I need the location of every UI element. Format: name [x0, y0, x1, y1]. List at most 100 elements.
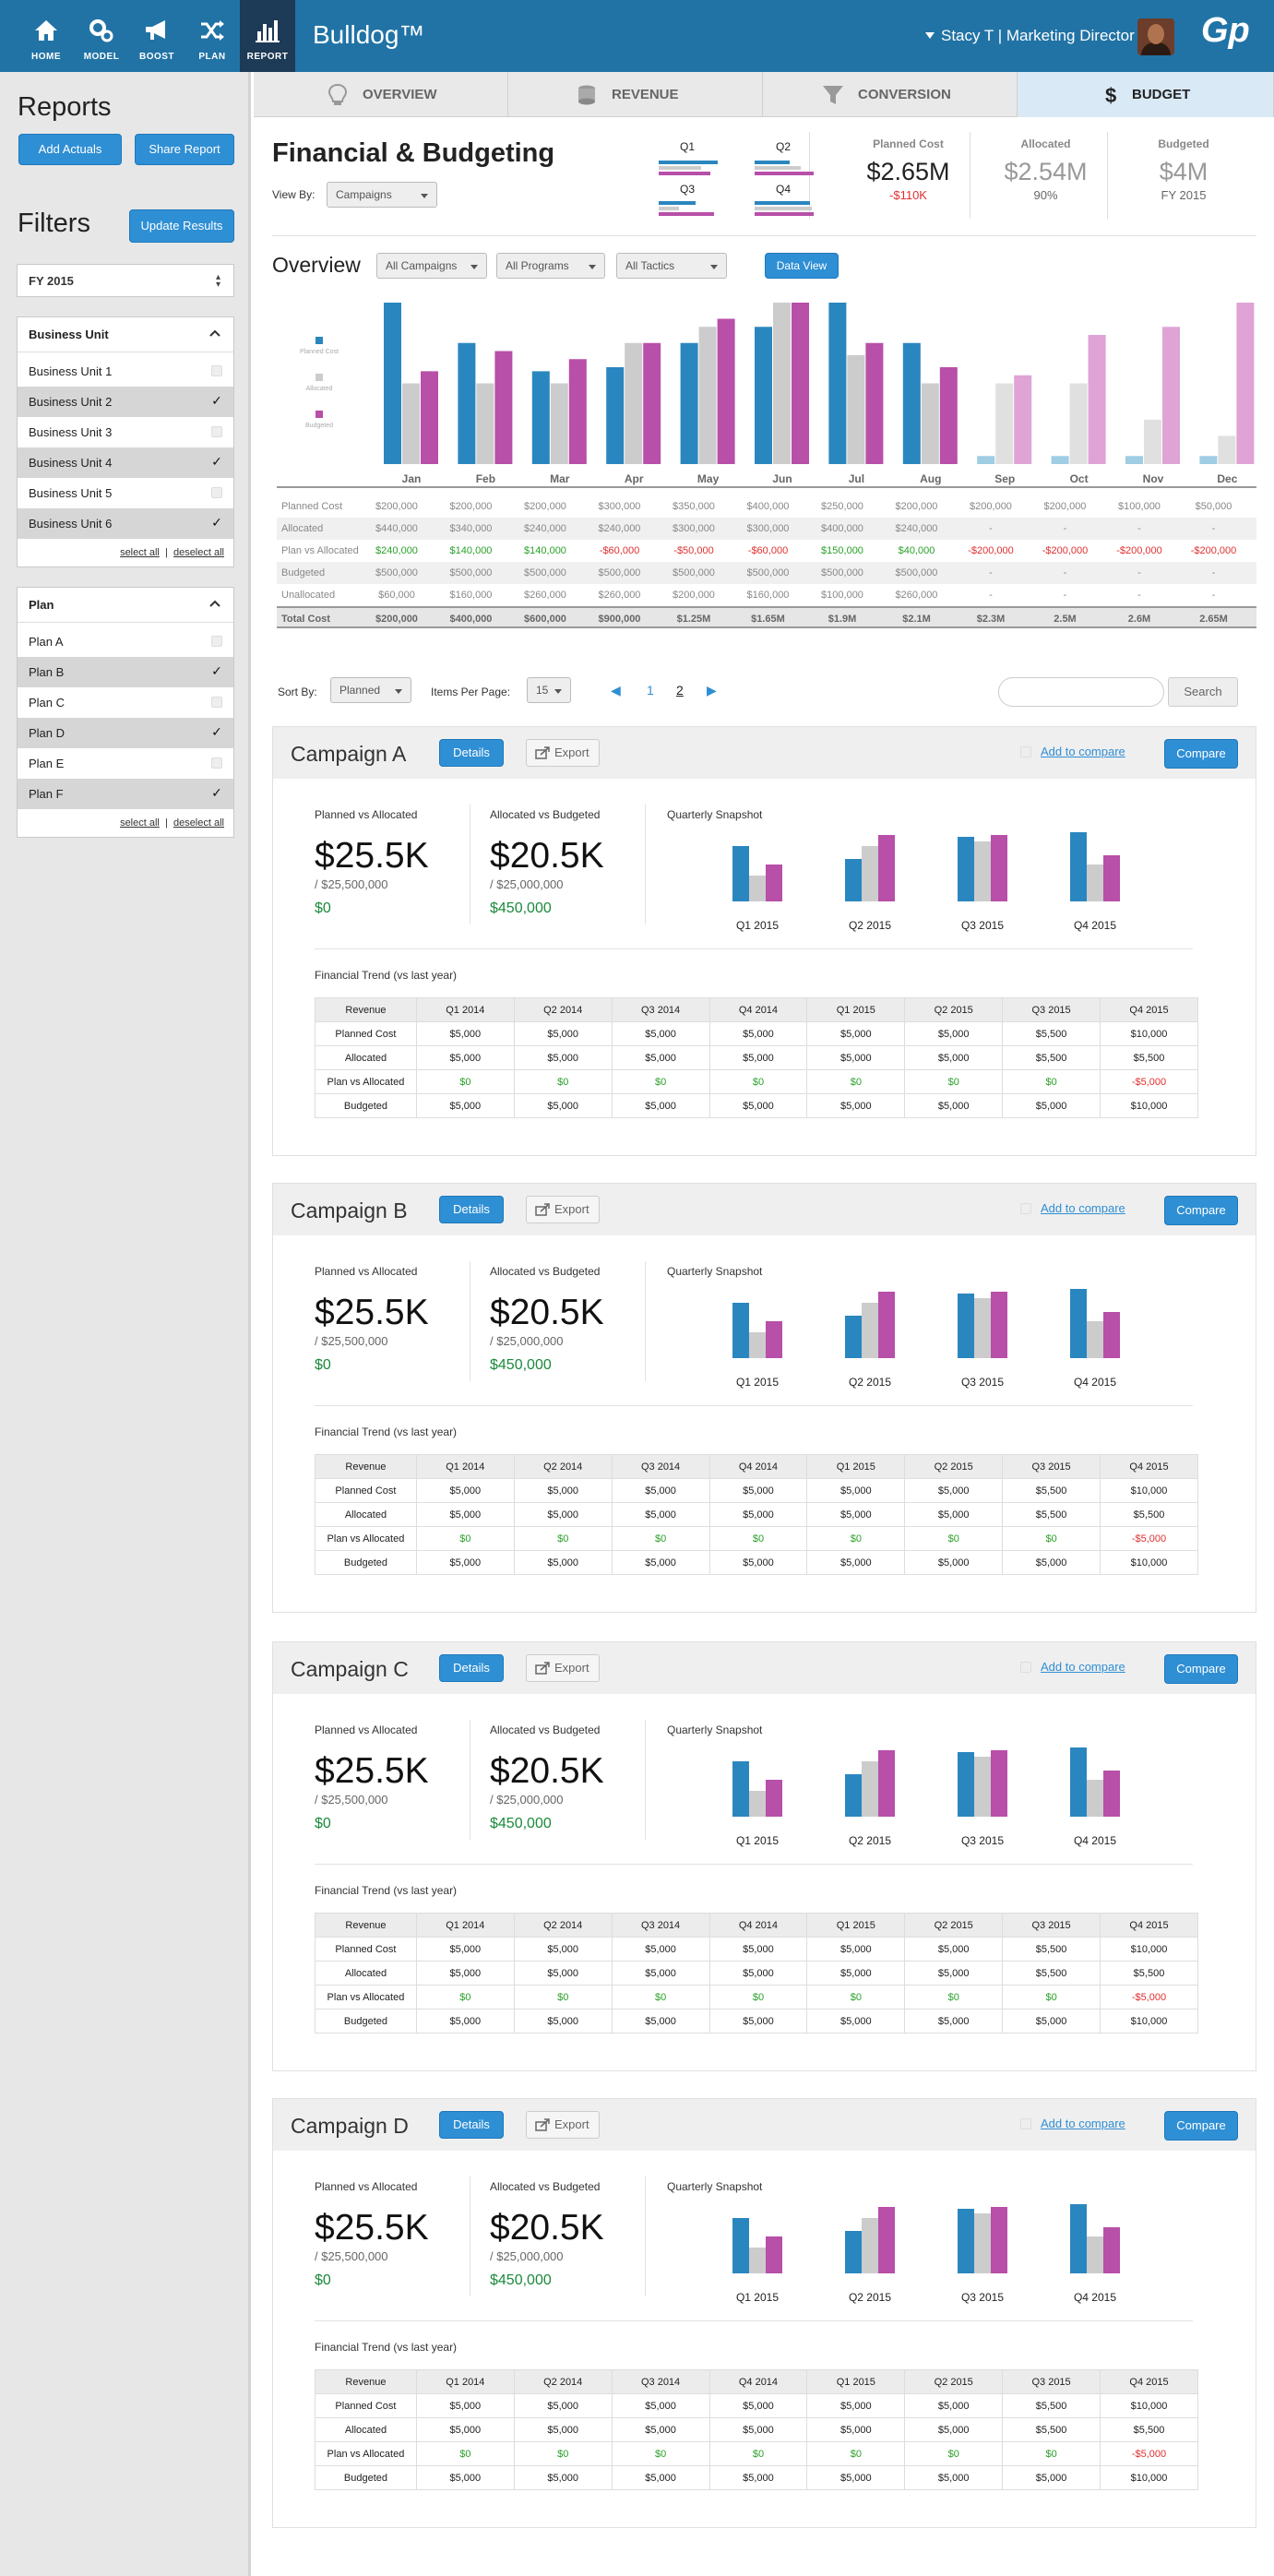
- search-input[interactable]: [998, 677, 1164, 707]
- nav-boost[interactable]: BOOST: [129, 0, 185, 72]
- bar-allocated[interactable]: [476, 383, 494, 465]
- snapshot-bar[interactable]: [878, 2207, 895, 2273]
- checkmark-icon[interactable]: ✓: [211, 725, 222, 738]
- bar-budgeted[interactable]: [939, 367, 958, 464]
- fiscal-year-select[interactable]: FY 2015 ▴ ▾: [17, 264, 234, 297]
- business-unit-header[interactable]: Business Unit: [18, 317, 233, 352]
- bar-allocated[interactable]: [1069, 383, 1088, 465]
- bar-allocated[interactable]: [773, 303, 791, 464]
- bar-planned-cost[interactable]: [606, 367, 625, 464]
- snapshot-bar[interactable]: [845, 2231, 862, 2273]
- business-unit-item[interactable]: Business Unit 3: [18, 417, 233, 447]
- tab-budget[interactable]: $ BUDGET: [1018, 72, 1274, 117]
- snapshot-bar[interactable]: [749, 2248, 766, 2273]
- tactics-filter-select[interactable]: All Tactics: [616, 253, 727, 279]
- nav-model[interactable]: MODEL: [74, 0, 129, 72]
- details-button[interactable]: Details: [439, 2111, 504, 2139]
- add-to-compare-link[interactable]: Add to compare: [1041, 1201, 1125, 1215]
- checkmark-icon[interactable]: ✓: [211, 394, 222, 407]
- sort-by-select[interactable]: Planned: [330, 677, 411, 703]
- bar-budgeted[interactable]: [1088, 335, 1106, 464]
- snapshot-bar[interactable]: [878, 1750, 895, 1817]
- bar-planned-cost[interactable]: [902, 342, 921, 464]
- details-button[interactable]: Details: [439, 1196, 504, 1223]
- business-unit-item[interactable]: Business Unit 6 ✓: [18, 508, 233, 539]
- checkbox[interactable]: [211, 487, 222, 498]
- export-button[interactable]: Export: [526, 739, 600, 767]
- tab-revenue[interactable]: REVENUE: [508, 72, 763, 117]
- data-view-button[interactable]: Data View: [765, 253, 839, 279]
- snapshot-bar[interactable]: [1103, 1312, 1120, 1358]
- snapshot-bar[interactable]: [958, 2209, 974, 2273]
- snapshot-bar[interactable]: [845, 1316, 862, 1358]
- nav-plan[interactable]: PLAN: [185, 0, 240, 72]
- bar-allocated[interactable]: [847, 354, 865, 464]
- view-by-select[interactable]: Campaigns: [327, 182, 437, 208]
- compare-checkbox[interactable]: [1020, 746, 1031, 757]
- business-unit-item[interactable]: Business Unit 5: [18, 478, 233, 508]
- snapshot-bar[interactable]: [974, 2213, 991, 2273]
- bar-allocated[interactable]: [402, 383, 420, 465]
- plan-item[interactable]: Plan B ✓: [18, 657, 233, 687]
- snapshot-bar[interactable]: [1103, 2227, 1120, 2273]
- snapshot-bar[interactable]: [732, 1761, 749, 1817]
- avatar[interactable]: [1137, 18, 1174, 55]
- snapshot-bar[interactable]: [862, 1303, 878, 1358]
- bar-allocated[interactable]: [921, 383, 939, 465]
- snapshot-bar[interactable]: [1070, 1747, 1087, 1817]
- snapshot-bar[interactable]: [1087, 865, 1103, 901]
- previous-page-icon[interactable]: ◀: [611, 683, 621, 698]
- select-all-link[interactable]: select all: [120, 817, 160, 829]
- export-button[interactable]: Export: [526, 1196, 600, 1223]
- checkbox[interactable]: [211, 757, 222, 769]
- bar-planned-cost[interactable]: [977, 456, 995, 464]
- snapshot-bar[interactable]: [845, 859, 862, 901]
- compare-button[interactable]: Compare: [1164, 1654, 1238, 1684]
- snapshot-bar[interactable]: [878, 835, 895, 901]
- snapshot-bar[interactable]: [749, 1791, 766, 1817]
- bar-planned-cost[interactable]: [458, 342, 476, 464]
- compare-checkbox[interactable]: [1020, 1203, 1031, 1214]
- checkmark-icon[interactable]: ✓: [211, 786, 222, 799]
- deselect-all-link[interactable]: deselect all: [173, 547, 224, 558]
- snapshot-bar[interactable]: [974, 1298, 991, 1358]
- nav-report[interactable]: REPORT: [240, 0, 295, 72]
- snapshot-bar[interactable]: [862, 846, 878, 901]
- chevron-down-icon[interactable]: [925, 32, 935, 40]
- snapshot-bar[interactable]: [1070, 832, 1087, 901]
- snapshot-bar[interactable]: [732, 846, 749, 901]
- details-button[interactable]: Details: [439, 739, 504, 767]
- bar-allocated[interactable]: [995, 383, 1014, 465]
- snapshot-bar[interactable]: [991, 2207, 1007, 2273]
- snapshot-bar[interactable]: [958, 1294, 974, 1358]
- checkbox[interactable]: [211, 365, 222, 376]
- tab-conversion[interactable]: CONVERSION: [763, 72, 1018, 117]
- snapshot-bar[interactable]: [766, 1780, 782, 1817]
- tab-overview[interactable]: OVERVIEW: [254, 72, 508, 117]
- per-page-select[interactable]: 15: [527, 677, 571, 703]
- snapshot-bar[interactable]: [862, 1761, 878, 1817]
- bar-planned-cost[interactable]: [531, 371, 550, 464]
- snapshot-bar[interactable]: [732, 1303, 749, 1358]
- checkbox[interactable]: [211, 697, 222, 708]
- snapshot-bar[interactable]: [991, 835, 1007, 901]
- checkbox[interactable]: [211, 636, 222, 647]
- update-results-button[interactable]: Update Results: [129, 209, 234, 243]
- select-all-link[interactable]: select all: [120, 547, 160, 558]
- add-to-compare-link[interactable]: Add to compare: [1041, 745, 1125, 758]
- snapshot-bar[interactable]: [958, 837, 974, 901]
- bar-budgeted[interactable]: [717, 318, 735, 465]
- snapshot-bar[interactable]: [974, 841, 991, 901]
- bar-planned-cost[interactable]: [680, 342, 698, 464]
- snapshot-bar[interactable]: [749, 1332, 766, 1358]
- snapshot-bar[interactable]: [845, 1774, 862, 1817]
- plan-item[interactable]: Plan C: [18, 687, 233, 718]
- checkbox[interactable]: [211, 426, 222, 437]
- bar-planned-cost[interactable]: [755, 327, 772, 464]
- campaigns-filter-select[interactable]: All Campaigns: [376, 253, 487, 279]
- page-link-current[interactable]: 2: [676, 683, 684, 698]
- bar-budgeted[interactable]: [1162, 327, 1180, 464]
- bar-planned-cost[interactable]: [1199, 456, 1218, 464]
- snapshot-bar[interactable]: [766, 2236, 782, 2273]
- snapshot-bar[interactable]: [766, 1321, 782, 1358]
